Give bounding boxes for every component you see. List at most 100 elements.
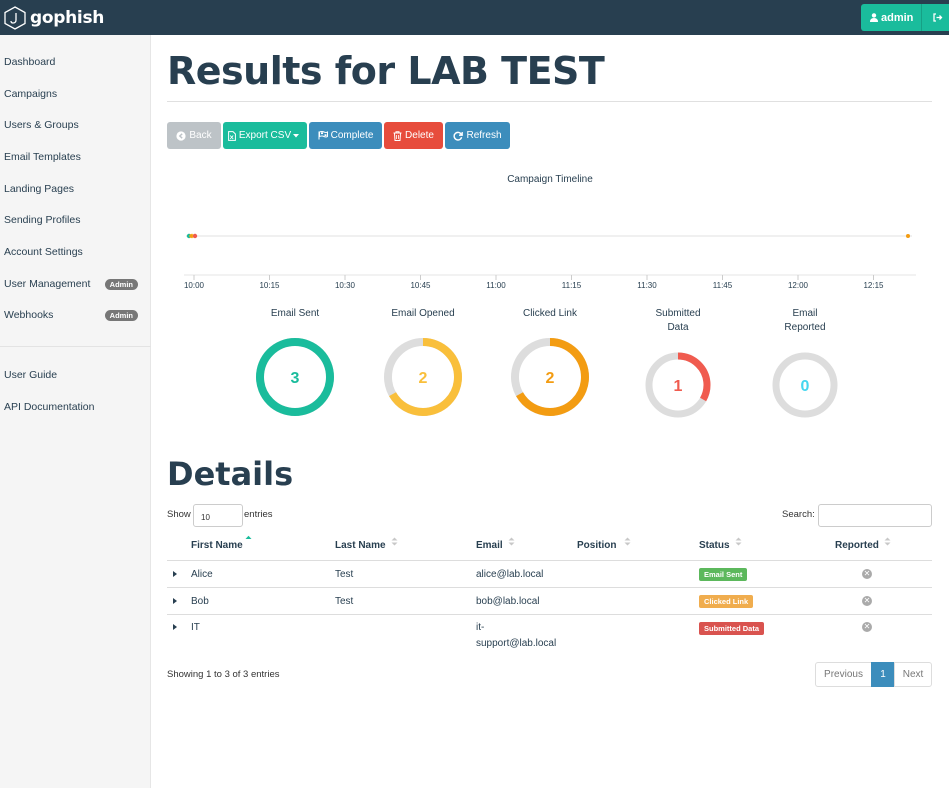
sidebar-item-label: API Documentation xyxy=(4,401,95,413)
campaign-timeline-chart: 10:00 10:15 10:30 10:45 11:00 11:15 11:30 11:45… xyxy=(184,233,916,290)
stat-label: Email Opened xyxy=(391,308,455,319)
sidebar-item-label: Users & Groups xyxy=(4,119,79,131)
timeline-tick-label: 12:15 xyxy=(863,281,884,290)
column-header-label: Position xyxy=(577,540,617,551)
cell-email-line: support@lab.local xyxy=(476,638,557,649)
status-badge: Clicked Link xyxy=(699,595,754,608)
sidebar-item-label: Account Settings xyxy=(4,246,83,258)
cell-first-name: Alice xyxy=(191,569,213,580)
sidebar-item-label: Campaigns xyxy=(4,88,58,100)
column-header-reported[interactable]: Reported xyxy=(835,537,891,551)
sidebar-item-api-documentation[interactable]: API Documentation xyxy=(4,397,144,417)
pagination-previous[interactable]: Previous xyxy=(815,662,872,687)
sidebar-item-user-management[interactable]: User Management Admin xyxy=(4,274,144,294)
delete-button[interactable]: Delete xyxy=(384,122,443,149)
row-divider xyxy=(167,587,932,588)
sidebar-item-label: User Guide xyxy=(4,369,58,381)
entries-per-page-select[interactable]: 10 xyxy=(193,504,243,527)
gophish-logo-icon xyxy=(4,6,26,30)
export-csv-button[interactable]: Export CSV xyxy=(223,122,307,149)
status-badge: Submitted Data xyxy=(699,622,765,635)
cell-email: bob@lab.local xyxy=(476,596,540,607)
pagination-page-1[interactable]: 1 xyxy=(871,662,895,687)
timeline-tick-label: 10:30 xyxy=(335,281,356,290)
main-content: Results for LAB TEST Back Export CSV Com… xyxy=(151,35,949,788)
timeline-event-submitted[interactable] xyxy=(192,233,198,239)
user-menu: admin xyxy=(861,4,949,31)
sidebar-item-landing-pages[interactable]: Landing Pages xyxy=(4,179,144,199)
column-header-position[interactable]: Position xyxy=(577,537,631,551)
delete-label: Delete xyxy=(405,130,434,141)
timeline-ticks: 10:00 10:15 10:30 10:45 11:00 11:15 11:30 11:45… xyxy=(184,275,884,290)
stat-ring[interactable]: 0 xyxy=(769,349,841,421)
timeline-event-clicked[interactable] xyxy=(189,234,193,238)
column-header-status[interactable]: Status xyxy=(699,537,742,551)
title-divider xyxy=(167,101,932,102)
brand[interactable]: gophish xyxy=(4,5,104,31)
sidebar-item-label: User Management xyxy=(4,278,91,290)
timeline-tick-label: 12:00 xyxy=(788,281,809,290)
pagination-next[interactable]: Next xyxy=(894,662,932,687)
cell-first-name: IT xyxy=(191,622,200,633)
row-divider xyxy=(167,614,932,615)
sort-icon xyxy=(508,537,515,545)
timeline-tick-label: 11:30 xyxy=(637,281,657,290)
column-header-label: Status xyxy=(699,540,730,551)
search-input[interactable] xyxy=(818,504,932,527)
complete-button[interactable]: Complete xyxy=(309,122,382,149)
cell-first-name: Bob xyxy=(191,596,209,607)
timeline-tick-label: 10:45 xyxy=(410,281,431,290)
logout-button[interactable] xyxy=(922,4,949,31)
admin-label: admin xyxy=(881,11,914,24)
expand-row-icon[interactable] xyxy=(173,598,177,604)
table-info: Showing 1 to 3 of 3 entries xyxy=(167,669,280,680)
column-header-label: Last Name xyxy=(335,540,386,551)
show-label: Show xyxy=(167,509,191,520)
stat-value: 2 xyxy=(546,370,555,387)
column-header-email[interactable]: Email xyxy=(476,537,515,551)
not-reported-icon: ✕ xyxy=(862,596,872,606)
sign-out-icon xyxy=(933,13,943,22)
sidebar-item-dashboard[interactable]: Dashboard xyxy=(4,52,144,72)
refresh-button[interactable]: Refresh xyxy=(445,122,510,149)
sidebar-item-label: Landing Pages xyxy=(4,183,75,195)
cell-email-line: it- xyxy=(476,622,485,633)
sidebar-item-webhooks[interactable]: Webhooks Admin xyxy=(4,305,144,325)
expand-row-icon[interactable] xyxy=(173,571,177,577)
back-label: Back xyxy=(189,130,212,141)
stat-value: 3 xyxy=(291,370,300,387)
sidebar-item-sending-profiles[interactable]: Sending Profiles xyxy=(4,210,144,230)
timeline-event-clicked[interactable] xyxy=(906,234,910,238)
column-header-label: Reported xyxy=(835,540,879,551)
stat-ring[interactable]: 2 xyxy=(507,334,593,420)
admin-button[interactable]: admin xyxy=(861,4,923,31)
sidebar-item-user-guide[interactable]: User Guide xyxy=(4,365,144,385)
refresh-label: Refresh xyxy=(466,130,502,141)
timeline-tick-label: 10:00 xyxy=(184,281,205,290)
cell-last-name: Test xyxy=(335,569,354,580)
column-header-last-name[interactable]: Last Name xyxy=(335,537,398,551)
expand-row-icon[interactable] xyxy=(173,624,177,630)
column-header-label: First Name xyxy=(191,540,243,551)
back-button[interactable]: Back xyxy=(167,122,221,149)
sidebar-divider xyxy=(0,346,151,347)
stat-ring[interactable]: 3 xyxy=(252,334,338,420)
stat-value: 1 xyxy=(674,378,683,395)
arrow-circle-left-icon xyxy=(176,130,186,141)
search-label: Search: xyxy=(782,509,815,520)
stat-ring[interactable]: 2 xyxy=(380,334,466,420)
table-header-divider xyxy=(167,560,932,561)
column-header-first-name[interactable]: First Name xyxy=(191,535,252,551)
sidebar-item-account-settings[interactable]: Account Settings xyxy=(4,242,144,262)
sidebar-item-campaigns[interactable]: Campaigns xyxy=(4,84,144,104)
stat-ring[interactable]: 1 xyxy=(642,349,714,421)
complete-label: Complete xyxy=(330,130,374,141)
stat-label: Submitted Data xyxy=(655,308,701,333)
sidebar-item-users-groups[interactable]: Users & Groups xyxy=(4,115,144,135)
user-icon xyxy=(870,13,878,22)
timeline-tick-label: 10:15 xyxy=(259,281,280,290)
sidebar-item-email-templates[interactable]: Email Templates xyxy=(4,147,144,167)
timeline-tick-label: 11:00 xyxy=(486,281,506,290)
sort-icon xyxy=(735,537,742,545)
stat-label: Clicked Link xyxy=(523,308,577,319)
